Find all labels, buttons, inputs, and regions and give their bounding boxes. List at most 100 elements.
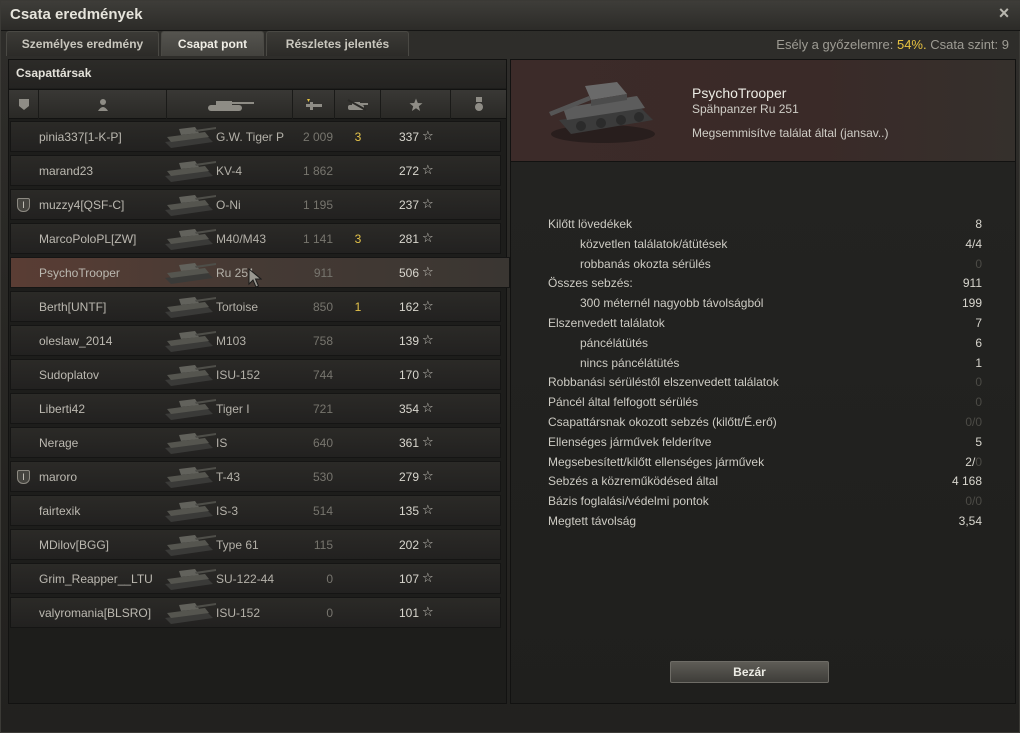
selected-status: Megsemmisítve találat által (jansav..) — [692, 126, 889, 140]
tab-team-score[interactable]: Csapat pont — [161, 31, 264, 56]
stat-value: 4/4 — [965, 237, 982, 251]
kills-icon[interactable] — [335, 90, 381, 119]
tab-personal-results[interactable]: Személyes eredmény — [6, 31, 159, 56]
table-row[interactable]: Berth[UNTF] Tortoise 850 1 162 ☆ — [10, 291, 501, 322]
player-name: maroro — [39, 470, 78, 484]
tab-detailed-report[interactable]: Részletes jelentés — [266, 31, 409, 56]
window-title: Csata eredmények — [10, 6, 143, 23]
damage-value: 850 — [312, 300, 333, 314]
close-icon[interactable]: × — [995, 4, 1013, 22]
stat-row: közvetlen találatok/átütések 4/4 — [548, 235, 982, 255]
player-icon[interactable] — [39, 90, 167, 119]
stat-value-text: 2/ — [965, 454, 976, 469]
table-row[interactable]: MarcoPoloPL[ZW] M40/M43 1 141 3 281 ☆ — [10, 223, 501, 254]
stat-row: Páncél által felfogott sérülés 0 — [548, 393, 982, 413]
close-button[interactable]: Bezár — [670, 661, 829, 683]
stat-value-text: 3,54 — [958, 513, 982, 528]
player-name: PsychoTrooper — [39, 266, 120, 280]
stat-row: Ellenséges járművek felderítve 5 — [548, 433, 982, 453]
damage-icon[interactable] — [293, 90, 335, 119]
tank-name: SU-122-44 — [216, 572, 275, 586]
odds-percent: 54%. — [896, 37, 927, 52]
xp-value: 170 — [398, 368, 419, 382]
xp-value: 162 — [398, 300, 419, 314]
table-row[interactable]: MDilov[BGG] Type 61 115 202 ☆ — [10, 529, 501, 560]
stat-value-text: 4/4 — [965, 236, 982, 251]
stat-value: 2/0 — [965, 455, 982, 469]
stat-label: Elszenvedett találatok — [548, 315, 665, 330]
player-detail-panel: PsychoTrooper Spähpanzer Ru 251 Megsemmi… — [510, 59, 1016, 704]
tank-thumbnail-icon — [165, 433, 216, 454]
player-name: Grim_Reapper__LTU — [39, 572, 153, 586]
battle-tier: Csata szint: 9 — [930, 37, 1009, 52]
stat-value: 0 — [975, 395, 982, 409]
stat-value-dim: 0 — [975, 454, 982, 469]
tank-name: ISU-152 — [216, 606, 261, 620]
table-row[interactable]: Liberti42 Tiger I 721 354 ☆ — [10, 393, 501, 424]
stat-value-text: 0 — [975, 256, 982, 271]
table-row[interactable]: Sudoplatov ISU-152 744 170 ☆ — [10, 359, 501, 390]
stat-row: Sebzés a közreműködésed által 4 168 — [548, 472, 982, 492]
star-icon: ☆ — [422, 196, 434, 211]
player-name: MarcoPoloPL[ZW] — [39, 232, 137, 246]
stat-label: Ellenséges járművek felderítve — [548, 434, 712, 449]
damage-value: 0 — [326, 606, 333, 620]
star-icon: ☆ — [422, 400, 434, 415]
xp-value: 237 — [398, 198, 419, 212]
stats-list: Kilőtt lövedékek 8 közvetlen találatok/átü… — [548, 215, 982, 532]
stat-label: Robbanási sérüléstől elszenvedett talála… — [548, 375, 779, 390]
player-name: valyromania[BLSRO] — [39, 606, 152, 620]
battle-odds: Esély a győzelemre: 54%. Csata szint: 9 — [776, 37, 1009, 52]
table-header — [9, 89, 506, 119]
stat-value: 8 — [975, 217, 982, 231]
stat-row: 300 méternél nagyobb távolságból 199 — [548, 294, 982, 314]
tank-thumbnail-icon — [165, 603, 216, 624]
xp-value: 361 — [398, 436, 419, 450]
odds-label: Esély a győzelemre: — [776, 37, 894, 52]
tank-thumbnail-icon — [165, 297, 216, 318]
star-icon: ☆ — [422, 468, 434, 483]
medal-icon[interactable] — [451, 90, 506, 119]
table-row[interactable]: marand23 KV-4 1 862 272 ☆ — [10, 155, 501, 186]
stat-label: páncélátütés — [580, 335, 649, 350]
stat-value-text: 199 — [961, 296, 982, 311]
table-row[interactable]: fairtexik IS-3 514 135 ☆ — [10, 495, 501, 526]
tank-thumbnail-icon — [165, 399, 216, 420]
stat-row: nincs páncélátütés 1 — [548, 354, 982, 374]
tank-name: Type 61 — [216, 538, 259, 552]
xp-value: 139 — [398, 334, 419, 348]
tank-thumbnail-icon — [165, 161, 216, 182]
squad-icon[interactable] — [9, 90, 39, 119]
tank-name: IS — [216, 436, 228, 450]
tank-icon[interactable] — [167, 90, 293, 119]
tank-thumbnail-icon — [165, 535, 216, 556]
stat-value-text: 4 168 — [951, 474, 982, 489]
tank-name: Tortoise — [216, 300, 259, 314]
table-row[interactable]: oleslaw_2014 M103 758 139 ☆ — [10, 325, 501, 356]
kills-value: 3 — [354, 130, 362, 144]
table-row[interactable]: Nerage IS 640 361 ☆ — [10, 427, 501, 458]
star-icon: ☆ — [422, 502, 434, 517]
xp-value: 354 — [398, 402, 419, 416]
table-row[interactable]: pinia337[1-K-P] G.W. Tiger P 2 009 3 337 ☆ — [10, 121, 501, 152]
stat-label: Kilőtt lövedékek — [548, 217, 633, 231]
xp-star-icon[interactable] — [381, 90, 451, 119]
stat-value-text: 1 — [975, 355, 982, 370]
table-row[interactable]: Grim_Reapper__LTU SU-122-44 0 107 ☆ — [10, 563, 501, 594]
kills-value: 1 — [354, 300, 362, 314]
xp-value: 202 — [398, 538, 419, 552]
table-row[interactable]: Imuzzy4[QSF-C] O-Ni 1 195 237 ☆ — [10, 189, 501, 220]
mouse-cursor-icon — [248, 268, 262, 288]
star-icon: ☆ — [422, 128, 434, 143]
stat-label: Összes sebzés: — [548, 276, 633, 291]
battle-results-window: Csata eredmények × Személyes eredmény Cs… — [0, 0, 1020, 733]
stat-value-text: 0 — [975, 375, 982, 390]
table-row[interactable]: valyromania[BLSRO] ISU-152 0 101 ☆ — [10, 597, 501, 628]
table-row[interactable]: Imaroro T-43 530 279 ☆ — [10, 461, 501, 492]
stat-value: 5 — [975, 435, 982, 449]
star-icon: ☆ — [422, 264, 434, 279]
damage-value: 640 — [312, 436, 333, 450]
tank-name: KV-4 — [216, 164, 243, 178]
stat-row: Megtett távolság 3,54 — [548, 512, 982, 532]
damage-value: 1 862 — [302, 164, 333, 178]
